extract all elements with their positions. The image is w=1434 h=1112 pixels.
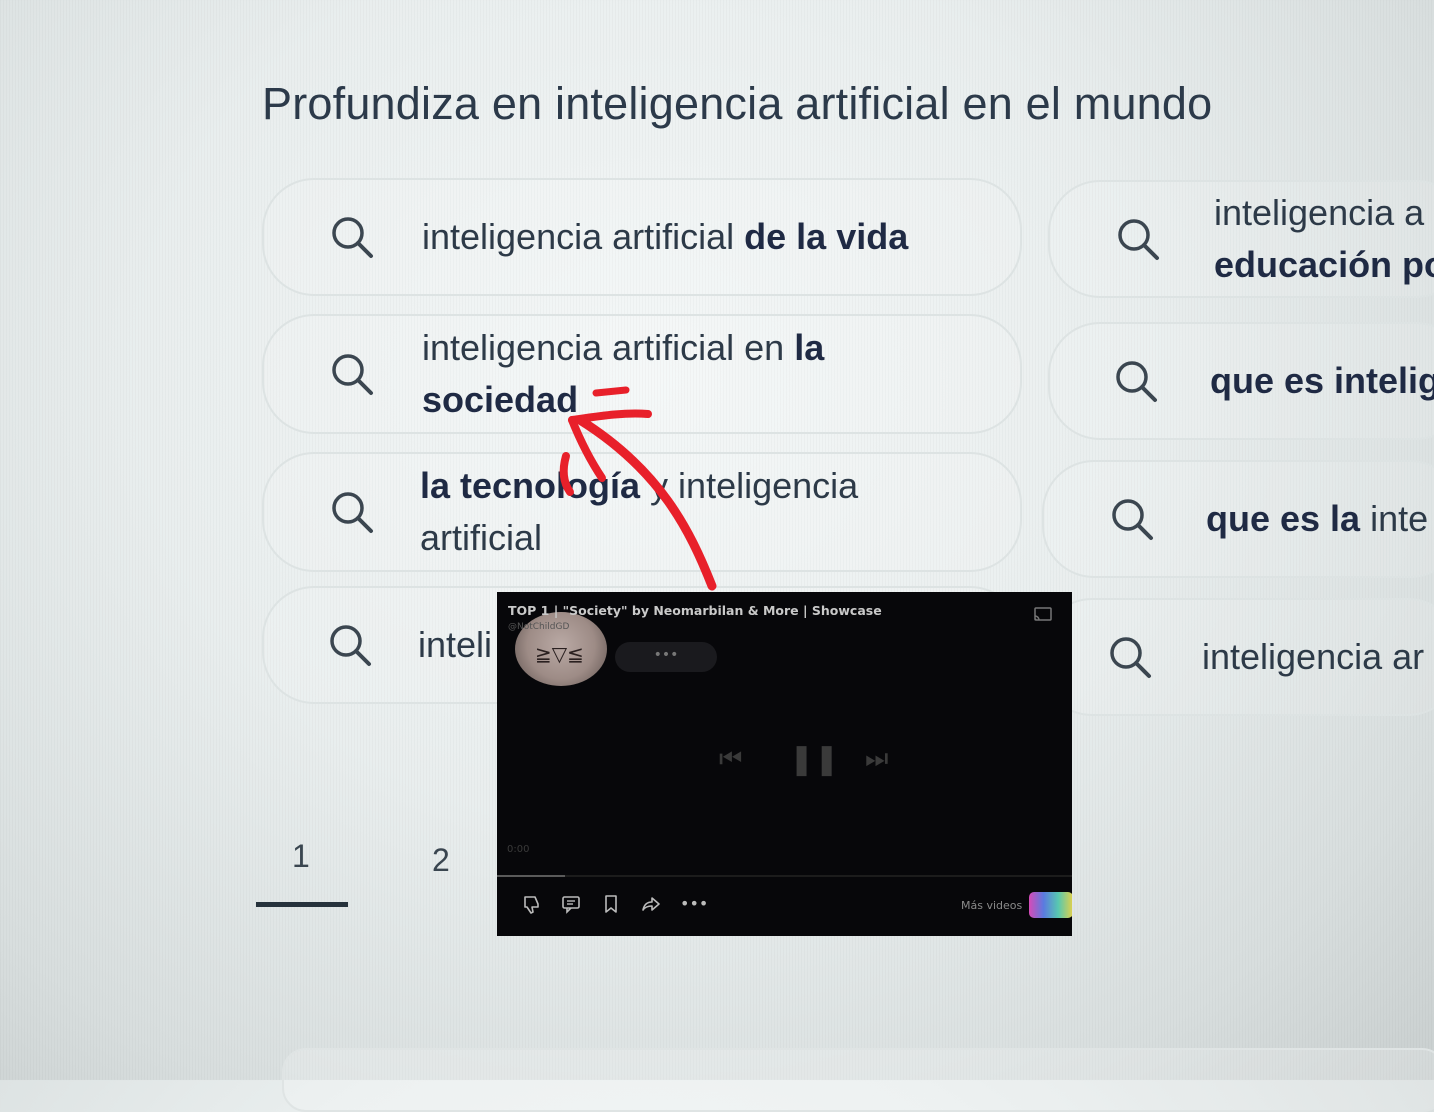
- current-page-indicator: [256, 902, 348, 907]
- share-icon[interactable]: [640, 893, 662, 915]
- suggestion-label: inteli: [418, 624, 493, 665]
- suggestion-chip-3[interactable]: la tecnología y inteligencia artificial: [262, 452, 1022, 572]
- page-2-link[interactable]: 2: [432, 842, 450, 879]
- suggestion-chip-5[interactable]: inteligencia a educación po: [1048, 180, 1434, 298]
- video-player[interactable]: ≧▽≦ TOP 1 | "Society" by Neomarbilan & M…: [497, 592, 1072, 936]
- pause-icon[interactable]: ❚❚: [789, 742, 839, 777]
- suggestion-chip-8[interactable]: inteligencia ar: [1040, 598, 1434, 716]
- suggestion-chip-7[interactable]: que es la inte: [1042, 460, 1434, 578]
- cast-icon[interactable]: [1034, 606, 1052, 621]
- suggestion-chip-6[interactable]: que es intelig: [1048, 322, 1434, 440]
- more-videos-thumbnail[interactable]: [1029, 892, 1072, 918]
- search-icon: [328, 488, 376, 536]
- search-icon: [1106, 633, 1154, 681]
- progress-fill: [497, 875, 565, 877]
- more-icon[interactable]: •••: [680, 893, 708, 915]
- suggestion-label: inteligencia artificial de la vida: [422, 216, 909, 257]
- progress-bar[interactable]: [497, 875, 1072, 877]
- search-icon: [1112, 357, 1160, 405]
- video-title[interactable]: TOP 1 | "Society" by Neomarbilan & More …: [508, 603, 882, 618]
- suggestion-label: inteligencia artificial en la sociedad: [422, 327, 825, 420]
- search-icon: [1114, 215, 1162, 263]
- suggestion-label: inteligencia ar: [1202, 636, 1425, 677]
- time-display: 0:00: [507, 844, 530, 855]
- suggestion-label: la tecnología y inteligencia artificial: [420, 465, 859, 558]
- comment-icon[interactable]: [560, 893, 582, 915]
- suggestion-chip-2[interactable]: inteligencia artificial en la sociedad: [262, 314, 1022, 434]
- bottom-search-bar[interactable]: [282, 1048, 1434, 1112]
- dislike-icon[interactable]: [521, 893, 543, 915]
- page-1-link[interactable]: 1: [292, 838, 310, 875]
- suggestion-chip-1[interactable]: inteligencia artificial de la vida: [262, 178, 1022, 296]
- suggestion-label: que es la inte: [1206, 498, 1429, 539]
- search-icon: [1108, 495, 1156, 543]
- section-heading: Profundiza en inteligencia artificial en…: [262, 78, 1213, 129]
- save-icon[interactable]: [600, 893, 622, 915]
- search-icon: [326, 621, 374, 669]
- search-icon: [328, 350, 376, 398]
- suggestion-label: que es intelig: [1210, 360, 1434, 401]
- previous-icon[interactable]: ⏮: [719, 744, 742, 775]
- avatar-face: ≧▽≦: [535, 642, 584, 666]
- suggestion-label: inteligencia a educación po: [1214, 192, 1434, 285]
- next-icon[interactable]: ⏭: [865, 744, 888, 775]
- search-icon: [328, 213, 376, 261]
- channel-name[interactable]: @NotChildGD: [508, 622, 569, 632]
- more-button[interactable]: •••: [615, 642, 717, 672]
- more-videos-label[interactable]: Más videos: [961, 899, 1022, 912]
